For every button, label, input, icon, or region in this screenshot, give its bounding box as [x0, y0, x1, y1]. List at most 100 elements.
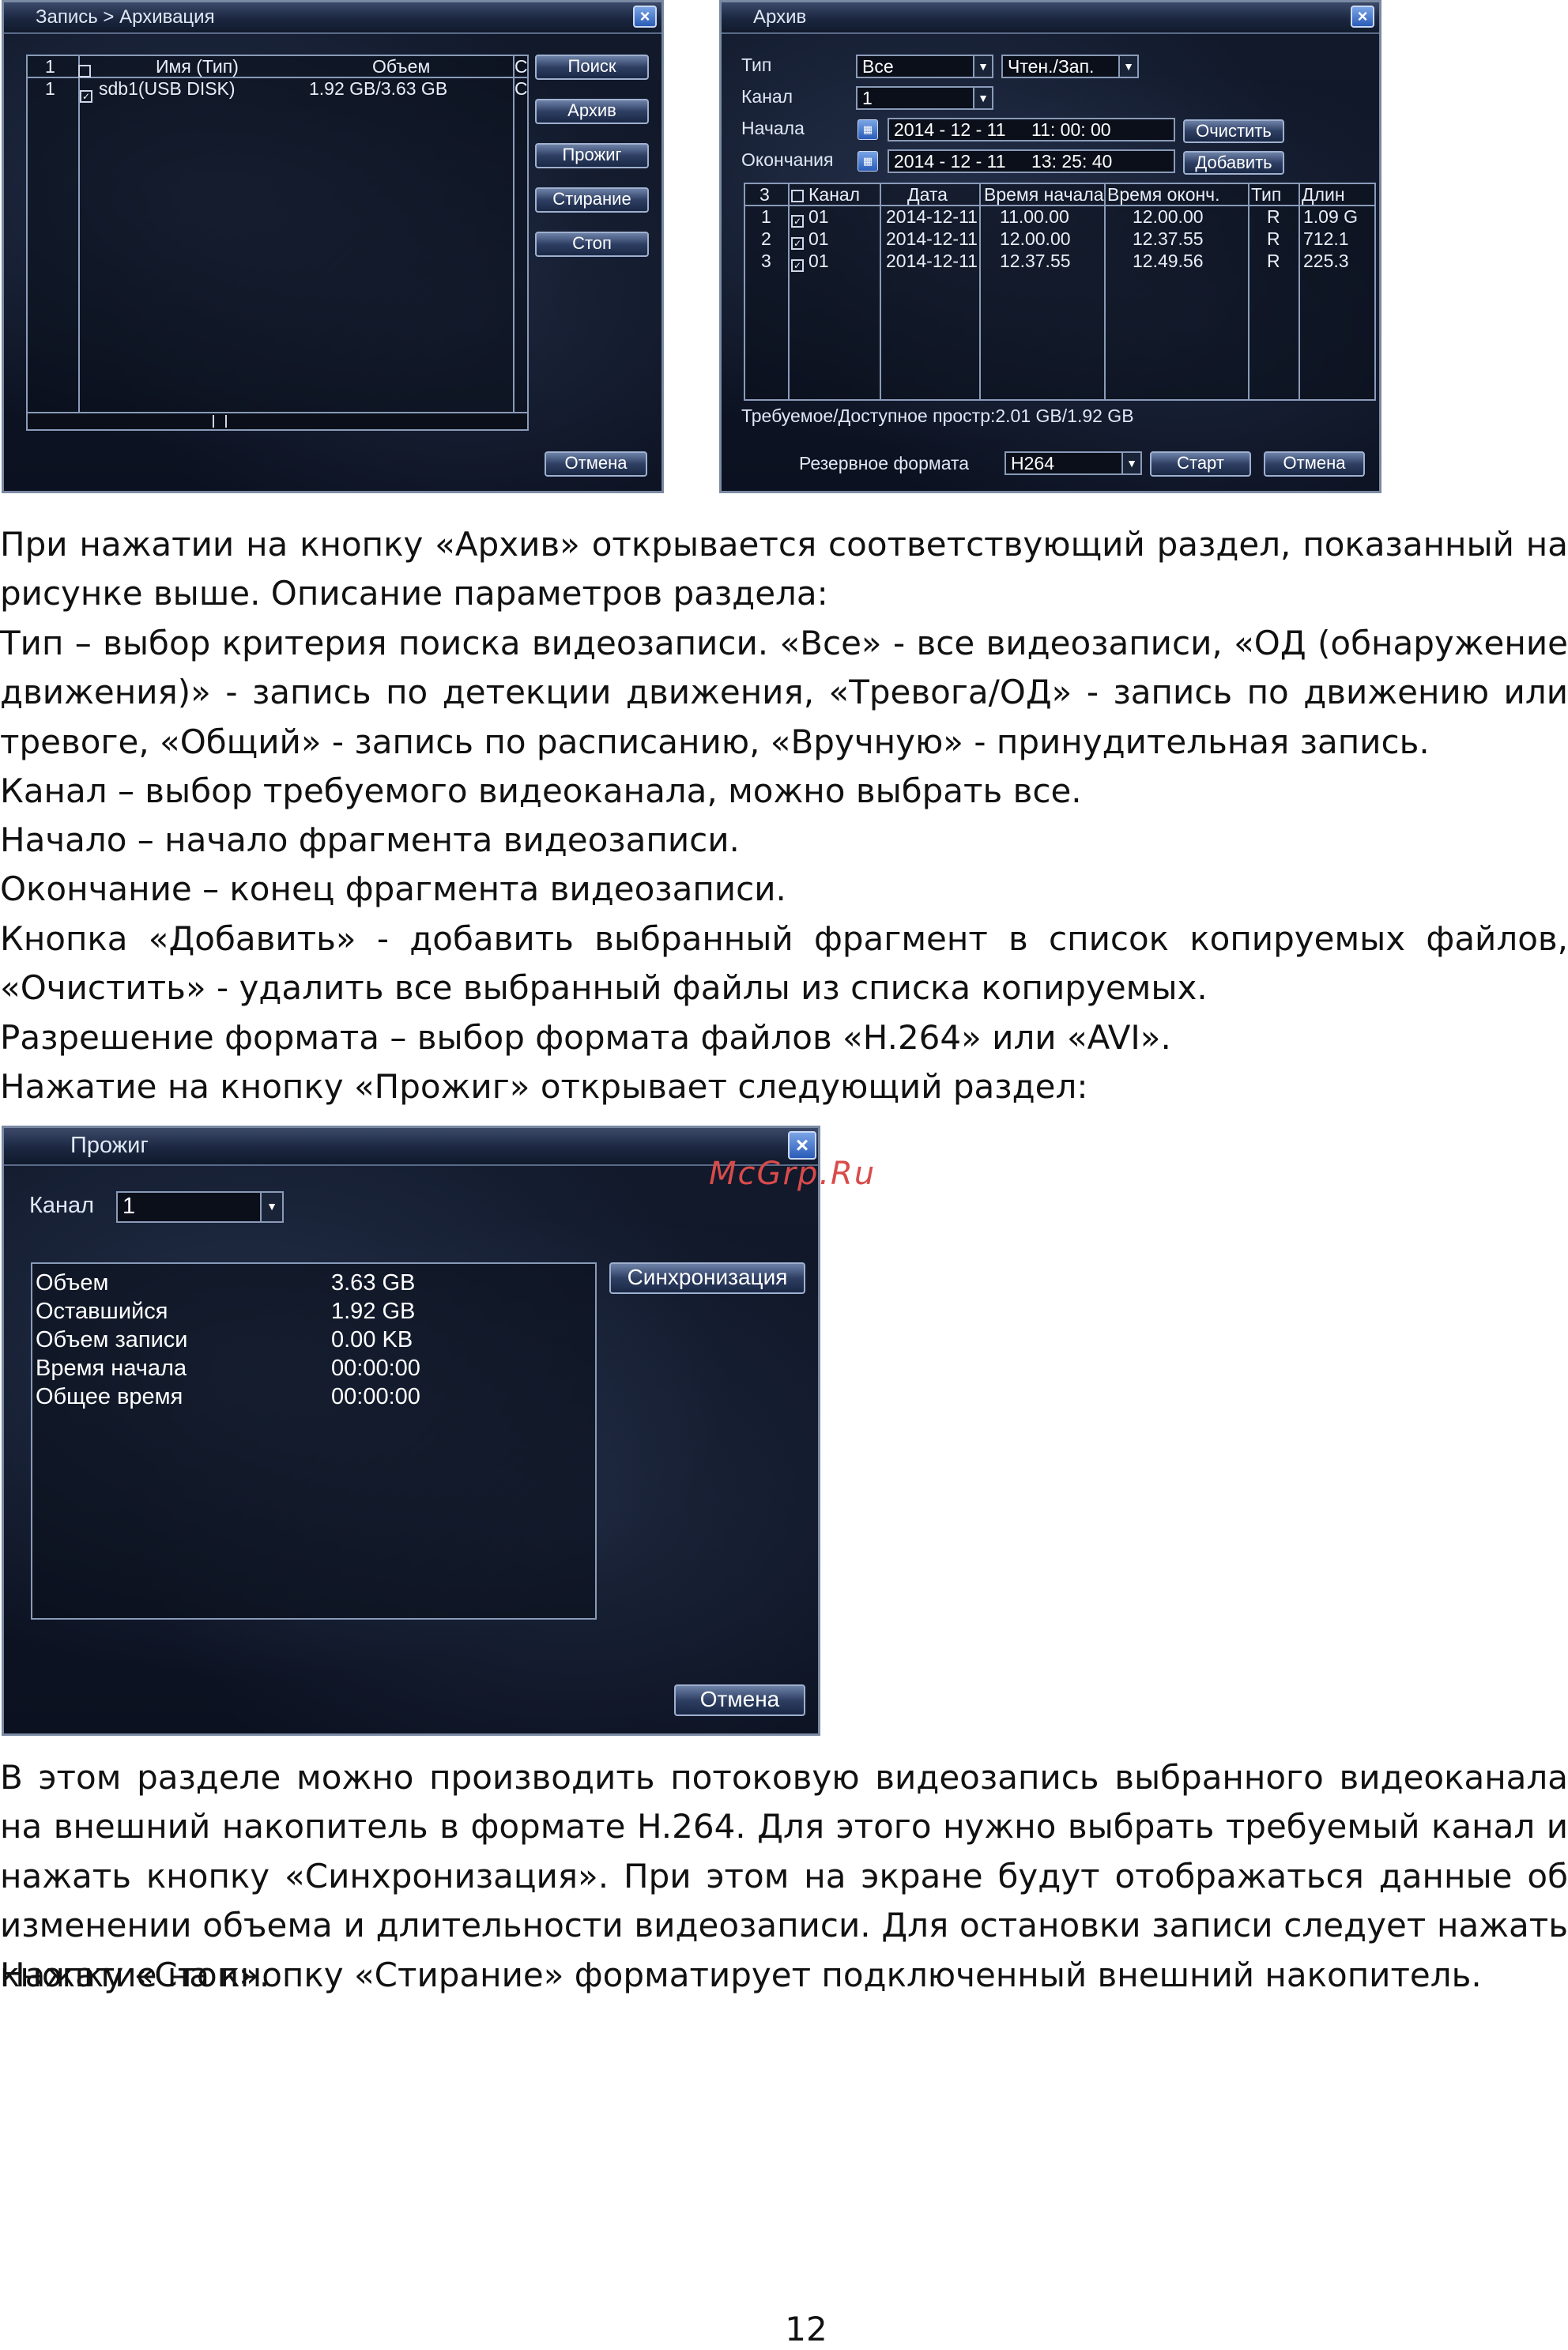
paragraph-type: Тип – выбор критерия поиска видеозаписи.…	[0, 624, 1568, 761]
row-length: 712.1	[1303, 228, 1349, 249]
record-type-select[interactable]: Чтен./Зап. ▼	[1001, 55, 1139, 78]
format-select[interactable]: H264 ▼	[1004, 451, 1142, 475]
row-length: 1.09 G	[1303, 206, 1359, 227]
burn-dialog-title: Прожиг	[70, 1133, 149, 1158]
start-button[interactable]: Старт	[1150, 451, 1251, 477]
column-header-extra: С	[514, 56, 528, 77]
column-header-length: Длин	[1302, 184, 1345, 205]
start-label: Начала	[741, 118, 805, 138]
channel-select-value: 1	[122, 1194, 136, 1219]
search-button[interactable]: Поиск	[535, 55, 649, 80]
info-value-total-time: 00:00:00	[331, 1384, 420, 1409]
archive-dialog-titlebar: Архив ×	[722, 2, 1379, 34]
info-label-total-time: Общее время	[36, 1384, 183, 1409]
info-label-record-volume: Объем записи	[36, 1327, 188, 1352]
channel-select[interactable]: 1 ▼	[856, 86, 993, 110]
backup-dialog-titlebar: Запись > Архивация ×	[4, 2, 662, 34]
row-channel: ✓ 01	[791, 206, 829, 228]
sync-button[interactable]: Синхронизация	[609, 1262, 805, 1294]
end-label: Окончания	[741, 149, 834, 170]
info-label-volume: Объем	[36, 1270, 109, 1296]
row-type: R	[1267, 228, 1280, 249]
row-start: 11.00.00	[1000, 206, 1069, 227]
paragraph-format: Разрешение формата – выбор формата файло…	[0, 1018, 1171, 1057]
column-header-end: Время оконч.	[1107, 184, 1220, 205]
column-header-channel: Канал	[791, 184, 860, 206]
row-end: 12.37.55	[1133, 228, 1204, 249]
record-type-select-value: Чтен./Зап.	[1008, 56, 1095, 77]
row-type: R	[1267, 206, 1280, 227]
device-name: sdb1(USB DISK)	[99, 78, 236, 99]
channel-label: Канал	[741, 86, 793, 107]
channel-select[interactable]: 1 ▼	[116, 1191, 284, 1223]
chevron-down-icon: ▼	[973, 88, 992, 108]
cancel-button[interactable]: Отмена	[545, 451, 647, 477]
info-label-start-time: Время начала	[36, 1356, 187, 1381]
row-length: 225.3	[1303, 251, 1349, 271]
row-channel-value: 01	[808, 251, 829, 271]
format-select-value: H264	[1011, 453, 1054, 473]
paragraph-burn-intro: Нажатие на кнопку «Прожиг» открывает сле…	[0, 1067, 1088, 1106]
table-row[interactable]: 3 ✓ 01 2014-12-11 12.37.55 12.49.56 R 225…	[745, 251, 1374, 273]
clear-button[interactable]: Очистить	[1183, 119, 1284, 143]
burn-button[interactable]: Прожиг	[535, 143, 649, 168]
select-all-checkbox[interactable]	[78, 59, 96, 81]
end-date: 2014 - 12 - 11	[894, 151, 1006, 172]
select-all-checkbox[interactable]	[791, 190, 804, 202]
row-start: 12.37.55	[1000, 251, 1071, 271]
archive-button[interactable]: Архив	[535, 99, 649, 124]
info-label-remaining: Оставшийся	[36, 1299, 168, 1324]
burn-info-panel: Объем 3.63 GB Оставшийся 1.92 GB Объем з…	[31, 1262, 597, 1620]
archive-dialog-title: Архив	[753, 6, 807, 28]
end-datetime-input[interactable]: 2014 - 12 - 11 13: 25: 40	[888, 149, 1175, 173]
scrollbar-thumb[interactable]	[213, 415, 227, 428]
table-row[interactable]: 1 ✓ sdb1(USB DISK) 1.92 GB/3.63 GB С	[28, 78, 527, 103]
device-size: 1.92 GB/3.63 GB	[309, 78, 448, 99]
row-channel: ✓ 01	[791, 251, 829, 272]
column-header-date: Дата	[907, 184, 948, 205]
cancel-button[interactable]: Отмена	[674, 1684, 805, 1716]
channel-label: Канал	[29, 1193, 95, 1218]
table-row[interactable]: 2 ✓ 01 2014-12-11 12.00.00 12.37.55 R 712…	[745, 228, 1374, 251]
stop-button[interactable]: Стоп	[535, 232, 649, 257]
paragraph-end: Окончание – конец фрагмента видеозаписи.	[0, 869, 786, 908]
channel-header-text: Канал	[808, 184, 861, 205]
add-button[interactable]: Добавить	[1183, 151, 1284, 175]
row-checkbox[interactable]: ✓	[791, 259, 804, 272]
chevron-down-icon: ▼	[1118, 56, 1137, 77]
paragraph-start: Начало – начало фрагмента видеозаписи.	[0, 820, 740, 859]
row-date: 2014-12-11	[886, 206, 978, 227]
paragraph-add-clear: Кнопка «Добавить» - добавить выбранный ф…	[0, 919, 1568, 1008]
horizontal-scrollbar[interactable]	[26, 412, 529, 431]
erase-button[interactable]: Стирание	[535, 187, 649, 213]
row-start: 12.00.00	[1000, 228, 1071, 249]
archive-dialog: Архив × Тип Все ▼ Чтен./Зап. ▼ Канал 1 ▼…	[719, 0, 1381, 493]
row-checkbox[interactable]: ✓	[791, 237, 804, 250]
start-datetime-input[interactable]: 2014 - 12 - 11 11: 00: 00	[888, 118, 1175, 141]
chevron-down-icon: ▼	[973, 56, 992, 77]
start-date: 2014 - 12 - 11	[894, 119, 1006, 140]
column-divider	[78, 56, 80, 413]
calendar-icon[interactable]: ▦	[858, 151, 878, 172]
cancel-button[interactable]: Отмена	[1264, 451, 1365, 477]
table-row[interactable]: 1 ✓ 01 2014-12-11 11.00.00 12.00.00 R 1.0…	[745, 206, 1374, 228]
row-checkbox[interactable]: ✓	[791, 215, 804, 228]
row-channel-value: 01	[808, 228, 829, 249]
chevron-down-icon: ▼	[260, 1193, 282, 1221]
column-divider	[513, 56, 514, 413]
row-channel: ✓ 01	[791, 228, 829, 250]
row-number: 1	[45, 78, 55, 99]
column-header-start: Время начала	[984, 184, 1104, 205]
calendar-icon[interactable]: ▦	[858, 119, 878, 140]
close-icon[interactable]: ×	[1351, 6, 1374, 28]
device-list-header	[28, 56, 527, 78]
space-info: Требуемое/Доступное простр:2.01 GB/1.92 …	[741, 405, 1134, 426]
row-checkbox[interactable]: ✓	[80, 81, 97, 103]
backup-dialog: Запись > Архивация × 1 Имя (Тип) Объем С…	[2, 0, 664, 493]
type-select[interactable]: Все ▼	[856, 55, 993, 78]
column-header-name: Имя (Тип)	[156, 56, 239, 77]
close-icon[interactable]: ×	[633, 6, 657, 28]
column-header-type: Тип	[1251, 184, 1282, 205]
end-time: 13: 25: 40	[1031, 151, 1113, 172]
burn-dialog: Прожиг × Канал 1 ▼ Объем 3.63 GB Оставши…	[2, 1126, 820, 1736]
